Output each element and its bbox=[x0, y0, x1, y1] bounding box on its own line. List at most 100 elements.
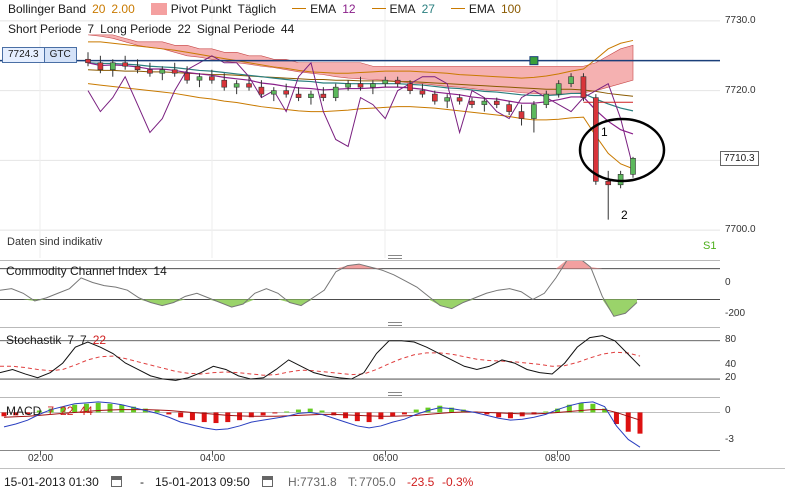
legend-param: Täglich bbox=[237, 2, 277, 16]
macd-histogram-bar bbox=[390, 412, 396, 417]
candle-body bbox=[432, 93, 438, 102]
candle-body bbox=[171, 69, 178, 74]
cci-resize-handle[interactable] bbox=[388, 255, 402, 259]
stoch-panel[interactable]: Stochastik 7 7 22 bbox=[0, 327, 720, 394]
macd-histogram-bar bbox=[401, 412, 407, 415]
legend-param: 44 bbox=[280, 22, 295, 36]
cci-title: Commodity Channel Index bbox=[6, 264, 148, 278]
candle-body bbox=[85, 58, 91, 64]
price-y-tick: 7700.0 bbox=[725, 224, 756, 236]
annotation-label-2: 2 bbox=[621, 208, 628, 222]
macd-histogram-bar bbox=[319, 410, 325, 413]
cci-y-tick: -200 bbox=[725, 307, 746, 319]
legend-param: 2.00 bbox=[111, 2, 135, 16]
calendar-to-icon[interactable] bbox=[262, 476, 273, 487]
macd-param-2: 22 bbox=[60, 404, 74, 418]
legend-item[interactable]: Pivot Punkt Täglich bbox=[150, 2, 282, 16]
macd-histogram-bar bbox=[590, 403, 596, 413]
legend-name: Short Periode bbox=[8, 22, 82, 36]
annotation-label-1: 1 bbox=[601, 125, 608, 139]
legend-param: 27 bbox=[421, 2, 435, 16]
cci-oversold-fill bbox=[0, 299, 637, 317]
price-panel[interactable]: 12 bbox=[0, 0, 720, 258]
candle-body bbox=[209, 76, 215, 81]
macd-histogram-bar bbox=[178, 412, 184, 418]
candle-body bbox=[184, 72, 190, 81]
candle-body bbox=[419, 90, 426, 95]
macd-chart[interactable] bbox=[0, 398, 720, 451]
candle-body bbox=[196, 76, 203, 81]
legend-item[interactable]: EMA 12 bbox=[292, 2, 361, 16]
x-tick-label: 08:00 bbox=[545, 453, 571, 464]
macd-resize-handle[interactable] bbox=[388, 392, 402, 396]
pivot-swatch bbox=[150, 3, 167, 15]
candle-body bbox=[270, 90, 277, 95]
low-value: 7705.0 bbox=[359, 475, 396, 489]
legend-line-swatch bbox=[292, 8, 307, 9]
macd-y-tick: 0 bbox=[725, 405, 731, 417]
cci-panel[interactable]: Commodity Channel Index 14 bbox=[0, 260, 720, 323]
candle-body bbox=[221, 79, 228, 88]
candle-body bbox=[320, 93, 327, 98]
legend-row-2: Short Periode 7 Long Periode 22 Signal Perio… bbox=[8, 22, 300, 36]
candle-body bbox=[159, 69, 166, 74]
macd-histogram-bar bbox=[413, 409, 419, 413]
cci-legend: Commodity Channel Index 14 bbox=[6, 264, 173, 278]
legend-param: 12 bbox=[342, 2, 356, 16]
macd-histogram-bar bbox=[284, 411, 290, 413]
candle-body bbox=[345, 83, 351, 88]
macd-panel[interactable]: MACD 7 22 44 bbox=[0, 397, 720, 450]
stoch-d-line bbox=[0, 351, 641, 376]
macd-histogram-bar bbox=[119, 404, 125, 413]
stoch-param-3: 22 bbox=[92, 333, 107, 347]
candle-body bbox=[481, 100, 488, 105]
stoch-resize-handle[interactable] bbox=[388, 322, 402, 326]
macd-param-1: 7 bbox=[47, 404, 55, 418]
candle-body bbox=[382, 79, 389, 84]
macd-histogram-bar bbox=[166, 412, 172, 415]
candle-body bbox=[394, 79, 401, 84]
candle-body bbox=[258, 86, 265, 95]
macd-histogram-bar bbox=[272, 412, 278, 414]
change-value: -23.5 bbox=[407, 475, 435, 489]
order-line-gtc-tag[interactable]: GTC bbox=[43, 48, 76, 62]
date-dash: - bbox=[140, 475, 144, 489]
macd-param-3: 44 bbox=[79, 404, 93, 418]
order-line-box[interactable]: 7724.3 GTC bbox=[2, 47, 77, 63]
macd-legend: MACD 7 22 44 bbox=[6, 404, 99, 418]
calendar-from-icon[interactable] bbox=[111, 476, 122, 487]
x-tick-label: 06:00 bbox=[373, 453, 399, 464]
macd-histogram-bar bbox=[307, 408, 313, 413]
last-price-box: 7710.3 bbox=[720, 151, 759, 167]
candle-body bbox=[469, 100, 475, 105]
candle-body bbox=[543, 93, 550, 105]
stoch-y-tick: 40 bbox=[725, 359, 737, 371]
stoch-param-1: 7 bbox=[67, 333, 75, 347]
date-to: 15-01-2013 09:50 bbox=[155, 475, 250, 489]
legend-item[interactable]: EMA 100 bbox=[450, 2, 527, 16]
low-label: T: bbox=[348, 475, 358, 489]
legend-param: 22 bbox=[177, 22, 191, 36]
stoch-title: Stochastik bbox=[6, 333, 62, 347]
candle-body bbox=[357, 83, 364, 88]
legend-param: 7 bbox=[87, 22, 95, 36]
candle-body bbox=[580, 76, 587, 98]
candle-body bbox=[233, 83, 240, 88]
candle-body bbox=[593, 97, 599, 182]
candle-body bbox=[295, 93, 302, 98]
macd-histogram-bar bbox=[107, 403, 113, 413]
candle-body bbox=[370, 83, 376, 88]
stoch-legend: Stochastik 7 7 22 bbox=[6, 333, 112, 347]
x-tick-label: 04:00 bbox=[200, 453, 226, 464]
macd-histogram-bar bbox=[543, 411, 549, 413]
legend-item[interactable]: Bollinger Band 20 2.00 bbox=[8, 2, 141, 16]
price-chart[interactable]: 12 bbox=[0, 0, 720, 258]
candle-body bbox=[444, 97, 451, 102]
legend-name: Bollinger Band bbox=[8, 2, 87, 16]
candle-body bbox=[630, 157, 636, 175]
high-value: 7731.8 bbox=[300, 475, 337, 489]
cci-param: 14 bbox=[153, 264, 167, 278]
pivot-s1-label: S1 bbox=[703, 240, 717, 252]
legend-item[interactable]: EMA 27 bbox=[371, 2, 441, 16]
candle-body bbox=[97, 62, 104, 71]
